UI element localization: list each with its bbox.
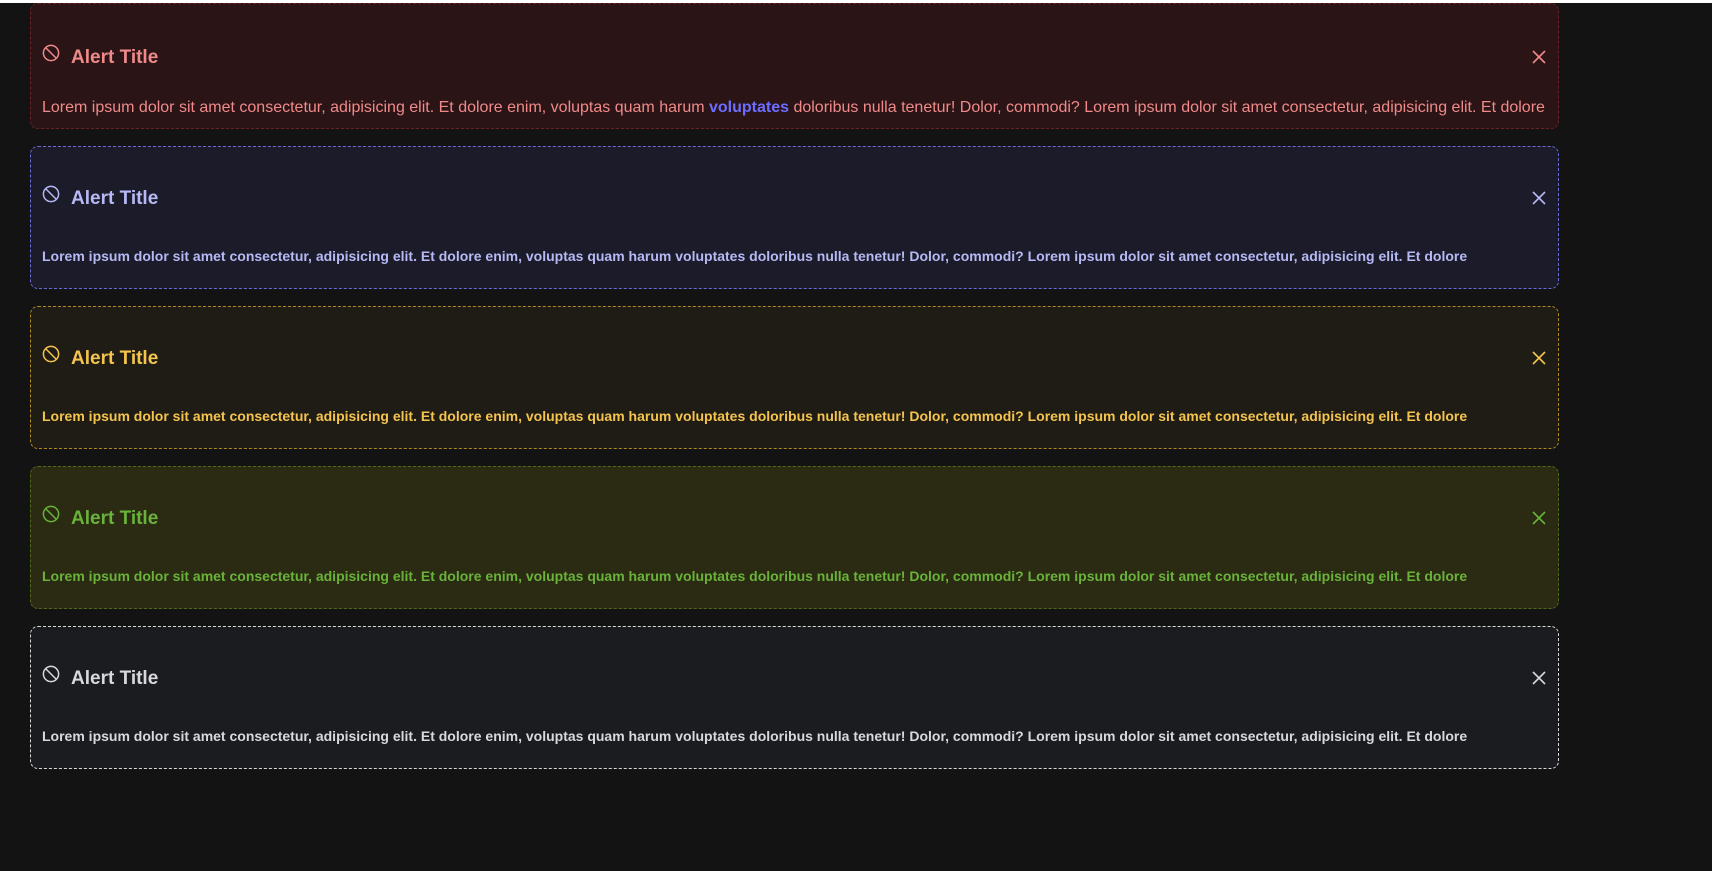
alert-title: Alert Title [71,47,159,68]
alert-title: Alert Title [71,508,159,529]
alert-neutral: Alert Title Lorem ipsum dolor sit amet c… [30,626,1559,769]
alert-body: Lorem ipsum dolor sit amet consectetur, … [42,408,1468,424]
close-icon[interactable] [1530,669,1548,687]
ban-icon [42,505,60,523]
ban-icon [42,44,60,62]
close-icon[interactable] [1530,189,1548,207]
alert-error: Alert Title Lorem ipsum dolor sit amet c… [30,3,1559,129]
alerts-list: Alert Title Lorem ipsum dolor sit amet c… [30,3,1559,786]
alert-warning: Alert Title Lorem ipsum dolor sit amet c… [30,306,1559,449]
alert-body-text: Lorem ipsum dolor sit amet consectetur, … [42,99,709,116]
ban-icon [42,345,60,363]
alert-body: Lorem ipsum dolor sit amet consectetur, … [42,248,1468,264]
alert-body: Lorem ipsum dolor sit amet consectetur, … [42,728,1468,744]
ban-icon [42,185,60,203]
ban-icon [42,665,60,683]
alert-info: Alert Title Lorem ipsum dolor sit amet c… [30,146,1559,289]
alert-title: Alert Title [71,348,159,369]
app-viewport: Alert Title Lorem ipsum dolor sit amet c… [0,3,1712,871]
alert-body-link[interactable]: voluptates [709,99,789,116]
close-icon[interactable] [1530,48,1548,66]
alert-title: Alert Title [71,188,159,209]
alert-body: Lorem ipsum dolor sit amet consectetur, … [42,98,1545,118]
alert-body: Lorem ipsum dolor sit amet consectetur, … [42,568,1468,584]
alert-body-text: doloribus nulla tenetur! Dolor, commodi?… [789,99,1545,116]
alert-title: Alert Title [71,668,159,689]
close-icon[interactable] [1530,509,1548,527]
close-icon[interactable] [1530,349,1548,367]
alert-success: Alert Title Lorem ipsum dolor sit amet c… [30,466,1559,609]
